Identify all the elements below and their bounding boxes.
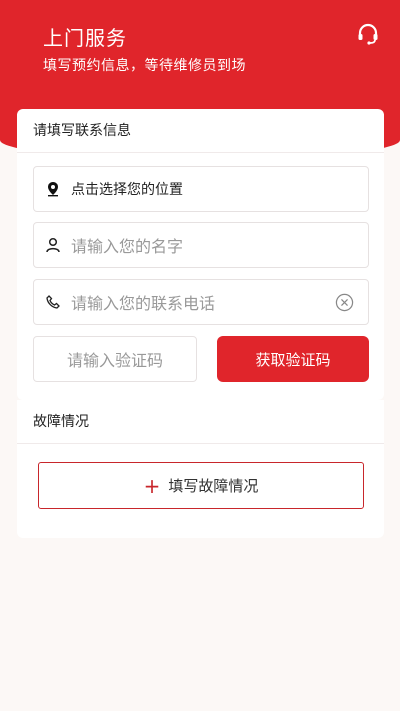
contact-card: 请填写联系信息 点击选择您的位置 请输入您的名字 请输入您的联系电话 请输入验证… xyxy=(17,109,384,400)
headset-icon[interactable] xyxy=(356,22,380,46)
location-picker[interactable]: 点击选择您的位置 xyxy=(33,166,369,212)
get-code-button[interactable]: 获取验证码 xyxy=(217,336,369,382)
clear-icon[interactable] xyxy=(335,293,354,312)
add-fault-button[interactable]: + 填写故障情况 xyxy=(38,462,364,509)
location-label: 点击选择您的位置 xyxy=(71,182,183,198)
contact-section-title: 请填写联系信息 xyxy=(17,109,384,153)
plus-icon: + xyxy=(143,473,161,498)
name-field[interactable]: 请输入您的名字 xyxy=(33,222,369,268)
phone-field[interactable]: 请输入您的联系电话 xyxy=(33,279,369,325)
name-placeholder: 请输入您的名字 xyxy=(71,237,184,256)
phone-icon xyxy=(46,295,60,309)
page-subtitle: 填写预约信息，等待维修员到场 xyxy=(43,58,246,74)
phone-placeholder: 请输入您的联系电话 xyxy=(71,294,216,313)
fault-section-title: 故障情况 xyxy=(17,400,384,444)
user-icon xyxy=(46,237,60,253)
fault-card: 故障情况 + 填写故障情况 xyxy=(17,400,384,538)
add-fault-label: 填写故障情况 xyxy=(168,477,259,495)
page-title: 上门服务 xyxy=(43,26,127,50)
location-pin-icon xyxy=(48,182,58,197)
verification-code-input[interactable]: 请输入验证码 xyxy=(33,336,197,382)
